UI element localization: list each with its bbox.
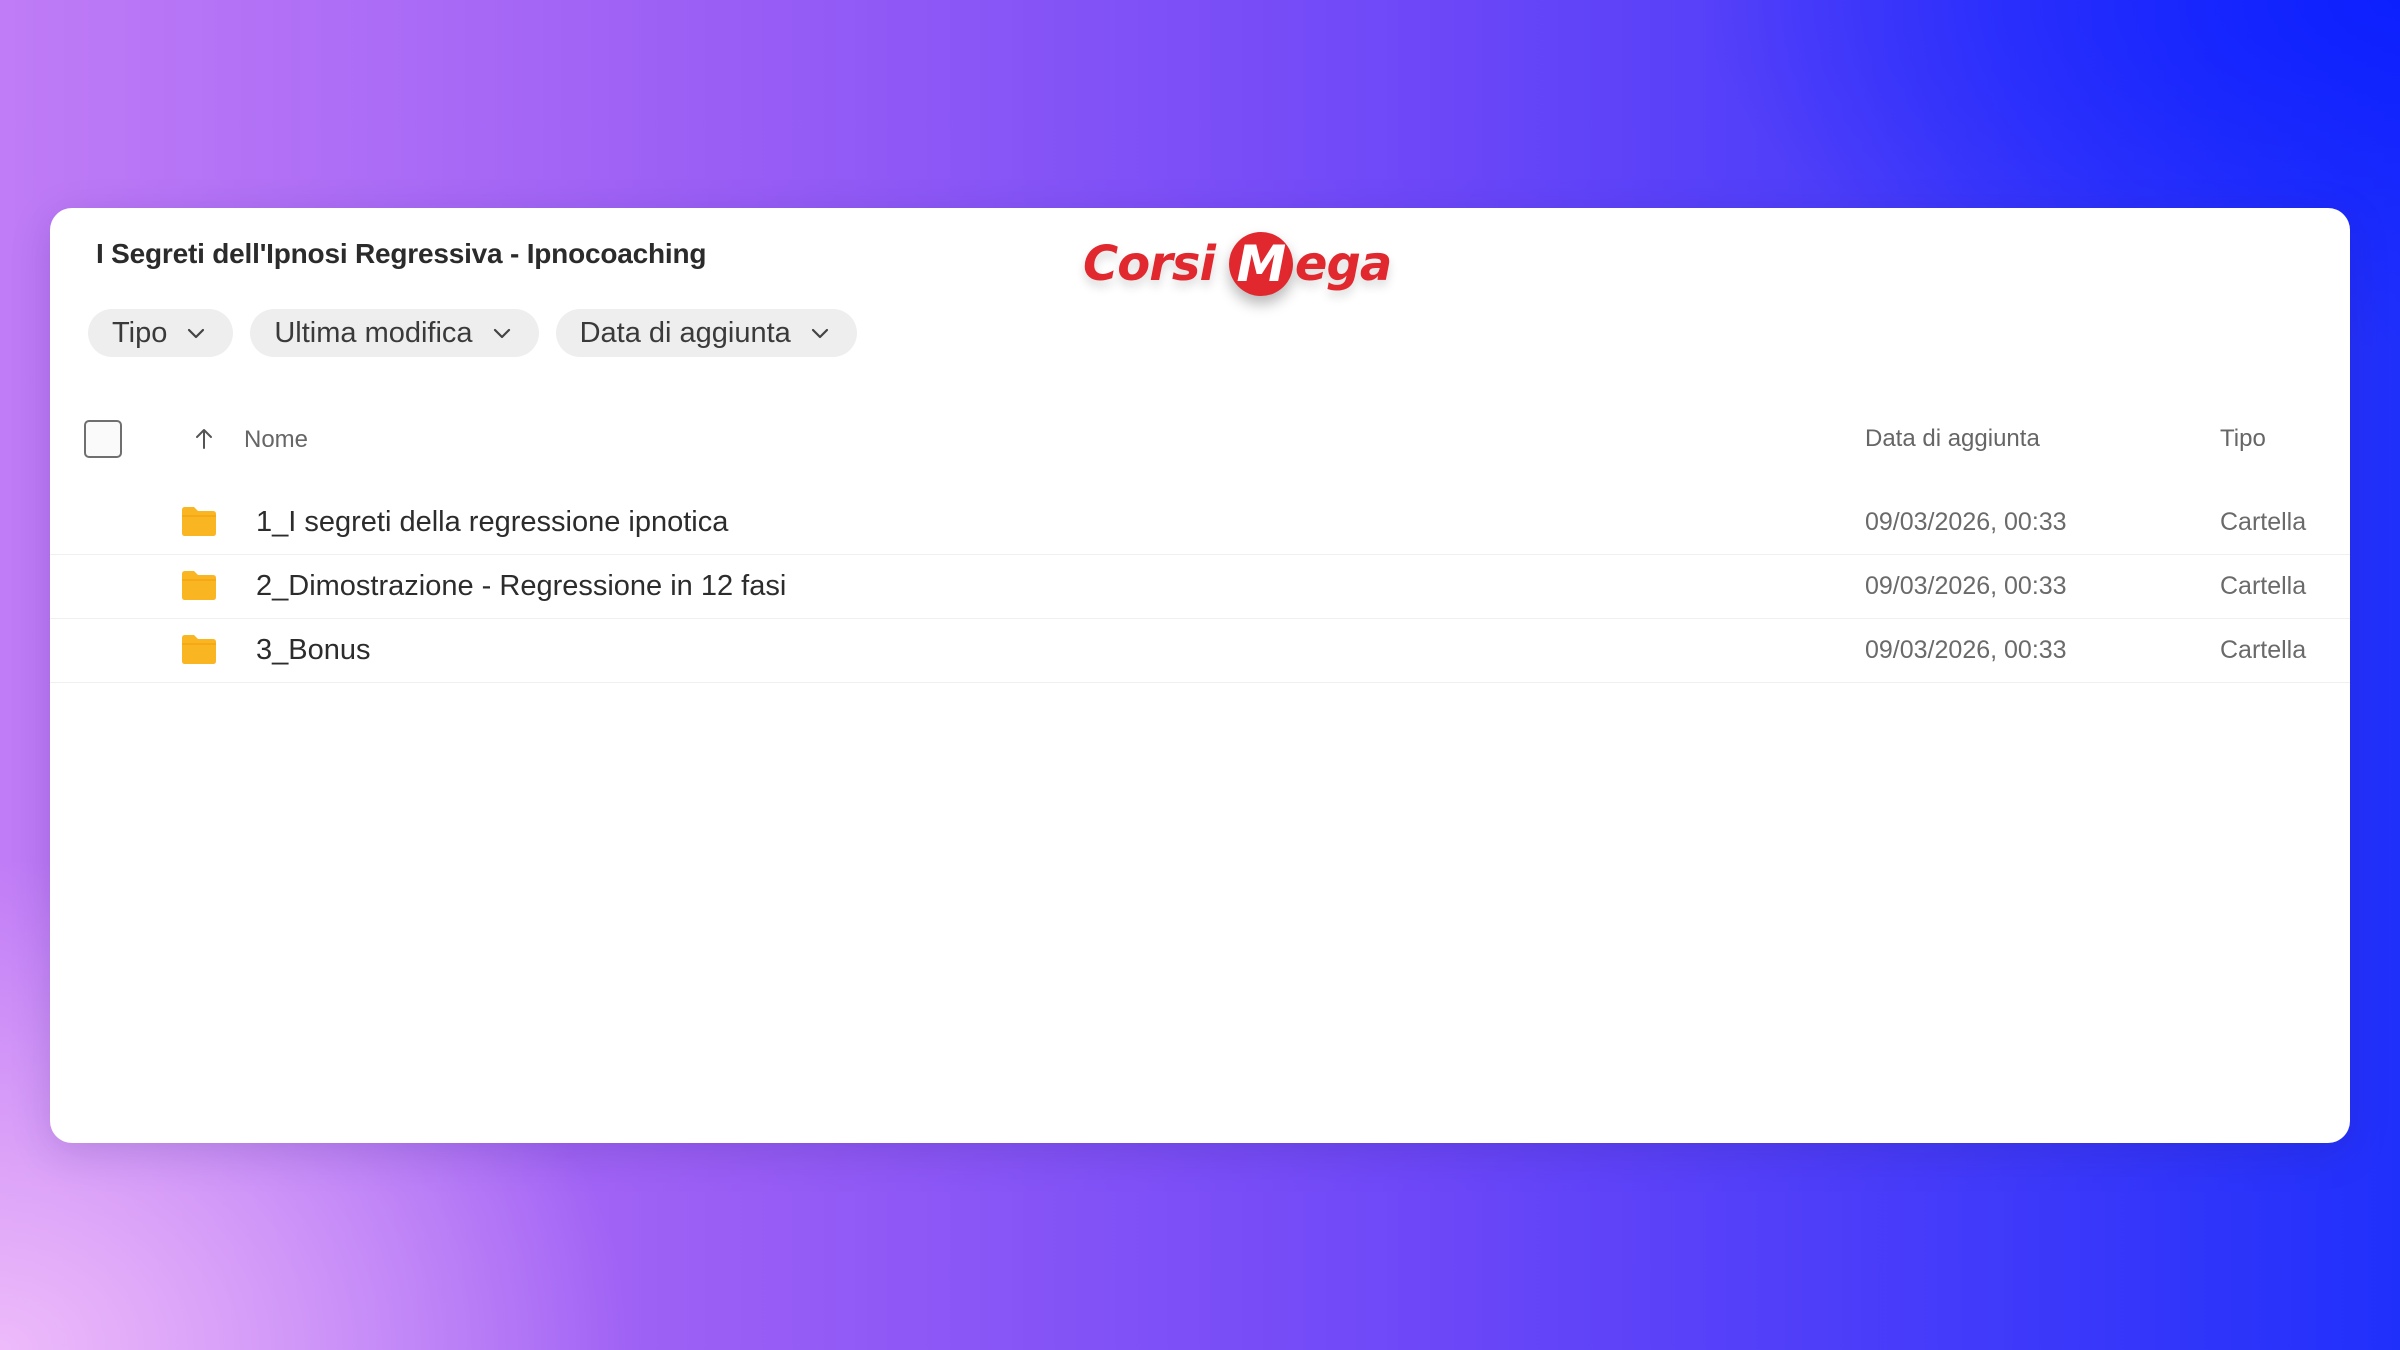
filter-type-button[interactable]: Tipo [88,309,234,357]
logo-text-ega: ega [1294,236,1392,292]
folder-icon [180,569,218,601]
table-row[interactable]: 3_Bonus 09/03/2026, 00:33 Cartella [50,619,2350,683]
chevron-down-icon [809,322,831,344]
filter-date-added-label: Data di aggiunta [579,316,791,349]
folder-title: I Segreti dell'Ipnosi Regressiva - Ipnoc… [96,238,707,269]
chevron-down-icon [185,322,207,344]
row-type: Cartella [2220,636,2307,664]
row-name: 3_Bonus [256,634,371,666]
row-date-added: 09/03/2026, 00:33 [1865,508,2067,536]
row-date-added: 09/03/2026, 00:33 [1865,636,2067,664]
folder-icon [180,633,218,665]
table-header: Nome Data di aggiunta Tipo [50,413,2350,473]
chevron-down-icon [491,322,513,344]
file-browser-panel: I Segreti dell'Ipnosi Regressiva - Ipnoc… [50,208,2350,1143]
filter-type-label: Tipo [112,316,168,349]
select-all-checkbox[interactable] [84,420,122,458]
row-type: Cartella [2220,572,2307,600]
table-row[interactable]: 2_Dimostrazione - Regressione in 12 fasi… [50,555,2350,619]
row-type: Cartella [2220,508,2307,536]
column-header-date-added[interactable]: Data di aggiunta [1865,425,2040,453]
column-header-type[interactable]: Tipo [2220,425,2266,453]
row-name: 2_Dimostrazione - Regressione in 12 fasi [256,570,787,602]
logo-m-circle: M [1228,232,1293,296]
arrow-up-icon[interactable] [190,425,218,453]
row-name: 1_I segreti della regressione ipnotica [256,506,729,538]
column-header-name[interactable]: Nome [244,426,308,454]
folder-icon [180,505,218,537]
row-date-added: 09/03/2026, 00:33 [1865,572,2067,600]
filter-last-modified-label: Ultima modifica [274,316,473,349]
filter-date-added-button[interactable]: Data di aggiunta [555,309,857,357]
filter-last-modified-button[interactable]: Ultima modifica [250,309,539,357]
logo-text-corsi: Corsi [1083,236,1216,292]
table-row[interactable]: 1_I segreti della regressione ipnotica 0… [50,491,2350,555]
filter-bar: Tipo Ultima modifica Data di aggiunta [88,309,857,357]
corsi-mega-logo: Corsi M ega [1083,218,1392,310]
file-list: 1_I segreti della regressione ipnotica 0… [50,491,2350,683]
